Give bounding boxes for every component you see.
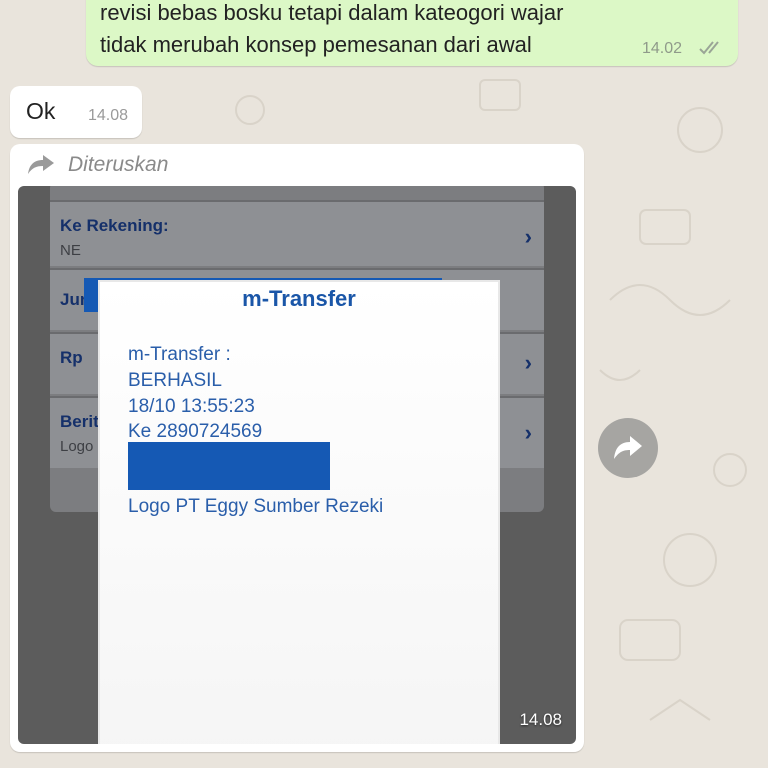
message-text: Ok [26, 98, 56, 124]
forward-button[interactable] [598, 418, 658, 478]
app-row-label: Ke Rekening: [60, 216, 169, 235]
message-timestamp: 14.08 [88, 107, 129, 124]
forwarded-label: Diteruskan [68, 153, 169, 176]
message-timestamp: 14.02 [642, 40, 683, 57]
share-arrow-icon [614, 436, 642, 459]
receipt-title: m-Transfer [242, 286, 356, 311]
message-text-line-1: revisi bebas bosku tetapi dalam kateogor… [100, 0, 564, 25]
forward-arrow-icon [26, 154, 56, 176]
receipt-line: 18/10 13:55:23 [128, 396, 255, 417]
forwarded-photo[interactable]: Ke Rekening: NE › Jum Rp › Berit Logo › … [18, 186, 576, 744]
redaction-box [128, 442, 330, 490]
receipt-line: m-Transfer : [128, 344, 231, 365]
app-row-value: NE [60, 242, 81, 259]
app-row-value: Logo [60, 438, 94, 455]
forwarded-image-message[interactable]: Diteruskan Ke Rekening: NE › Jum Rp › Be… [10, 144, 584, 752]
transfer-receipt-popup: m-Transfer m-Transfer : BERHASIL 18/10 1… [100, 282, 498, 744]
app-row-label: Berit [60, 412, 99, 431]
image-timestamp: 14.08 [519, 710, 562, 729]
chevron-right-icon: › [524, 420, 532, 445]
app-row-label: Rp [60, 348, 83, 367]
chevron-right-icon: › [524, 350, 532, 375]
receipt-line: BERHASIL [128, 370, 222, 391]
app-row: Ke Rekening: NE › [50, 200, 544, 266]
message-text-line-2: tidak merubah konsep pemesanan dari awal [100, 32, 532, 57]
incoming-message-bubble[interactable]: Ok 14.08 [10, 86, 142, 138]
double-check-icon [698, 40, 728, 56]
outgoing-message-bubble[interactable]: revisi bebas bosku tetapi dalam kateogor… [86, 0, 738, 66]
chevron-right-icon: › [524, 224, 532, 249]
receipt-footer: Logo PT Eggy Sumber Rezeki [128, 496, 384, 517]
receipt-line: Ke 2890724569 [128, 421, 263, 442]
